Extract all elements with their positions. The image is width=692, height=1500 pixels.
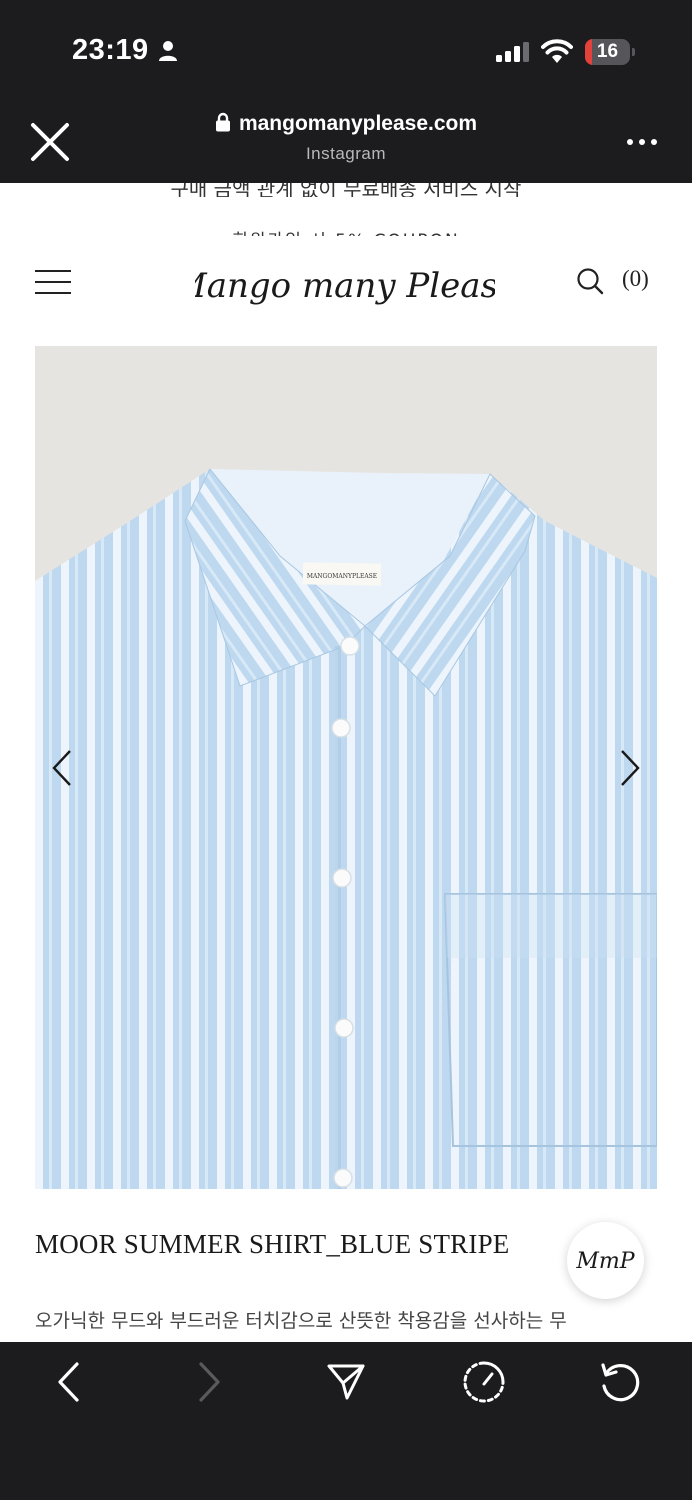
neck-label: MANGOMANYPLEASE: [307, 573, 377, 580]
speed-icon[interactable]: [462, 1360, 506, 1404]
announcement-line-1: 구매 금액 관계 없이 무료배송 서비스 시작: [0, 183, 692, 197]
search-icon[interactable]: [576, 267, 604, 295]
forward-icon[interactable]: [186, 1360, 230, 1404]
wifi-icon: [541, 39, 573, 63]
url-source: Instagram: [305, 144, 387, 163]
brand-badge-text: MmP: [575, 1249, 635, 1274]
site-logo[interactable]: Mango many Please: [195, 255, 495, 325]
cart-button[interactable]: (0): [622, 266, 649, 292]
shirt-illustration: MANGOMANYPLEASE: [35, 468, 657, 1189]
product-description: 오가닉한 무드와 부드러운 터치감으로 산뜻한 착용감을 선사하는 무: [35, 1310, 567, 1332]
announcement-text-2: 회원가입 시 5% COUPON: [0, 226, 692, 236]
url-text: mangomanyplease.com: [238, 112, 478, 135]
logo-text: Mango many Please: [195, 266, 495, 306]
battery-icon: 16: [585, 39, 635, 65]
status-time: 23:19: [72, 34, 149, 66]
product-image[interactable]: MANGOMANYPLEASE: [35, 346, 657, 1189]
refresh-icon[interactable]: [598, 1360, 642, 1404]
chevron-right-icon[interactable]: [614, 748, 644, 788]
browser-header: 23:19 16 mangomanyplease.com Instagram: [0, 0, 692, 183]
share-icon[interactable]: [324, 1360, 368, 1404]
back-icon[interactable]: [48, 1360, 92, 1404]
url-display[interactable]: mangomanyplease.com: [0, 112, 692, 136]
announcement-line-2: 회원가입 시 5% COUPON: [0, 226, 692, 236]
more-icon[interactable]: [624, 132, 660, 152]
lock-icon: [215, 112, 230, 132]
signal-icon: [496, 42, 529, 62]
brand-chat-button[interactable]: MmP: [567, 1222, 644, 1299]
product-title: MOOR SUMMER SHIRT_BLUE STRIPE: [35, 1229, 510, 1259]
battery-level: 16: [596, 41, 619, 62]
menu-icon[interactable]: [35, 268, 71, 296]
announcement-text-1: 구매 금액 관계 없이 무료배송 서비스 시작: [170, 183, 522, 197]
person-icon: [159, 41, 177, 61]
chevron-left-icon[interactable]: [48, 748, 78, 788]
